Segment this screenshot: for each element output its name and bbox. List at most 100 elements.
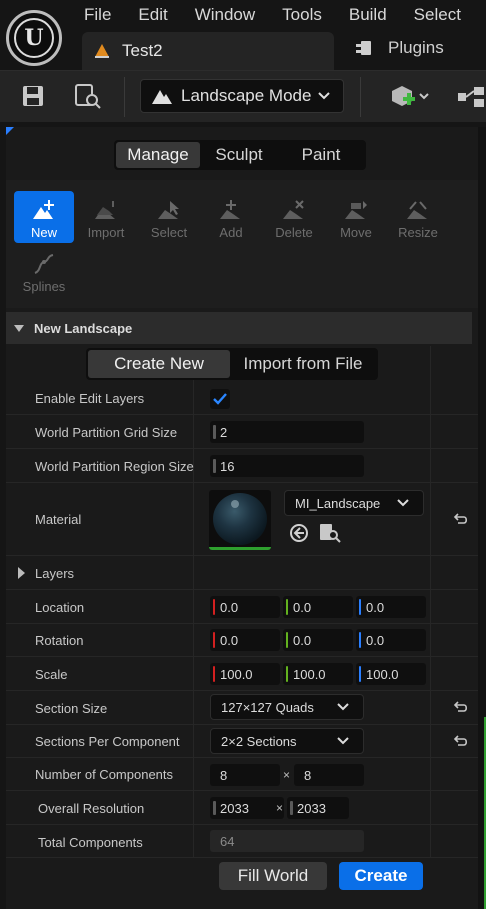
mode-tabs: Manage Sculpt Paint [114,140,366,170]
menu-file[interactable]: File [84,5,111,25]
menu-build[interactable]: Build [349,5,387,25]
grid-size-input[interactable]: 2 [210,421,364,443]
browse-content-icon[interactable] [73,83,103,111]
times-symbol: × [276,801,284,815]
create-button[interactable]: Create [339,862,423,890]
menu-tools[interactable]: Tools [282,5,322,25]
location-x-input[interactable]: 0.0 [210,596,280,618]
expand-arrow-icon [18,567,25,579]
section-size-dropdown[interactable]: 127×127 Quads [210,694,364,720]
tab-manage[interactable]: Manage [116,142,200,168]
location-y-input[interactable]: 0.0 [283,596,353,618]
landscape-icon [152,90,172,104]
material-selector[interactable]: MI_Landscape [284,490,424,516]
tab-import-from-file[interactable]: Import from File [230,350,376,378]
menu-edit[interactable]: Edit [138,5,167,25]
tool-add[interactable]: Add [201,191,261,243]
reset-to-default-icon[interactable] [452,734,468,748]
use-selected-asset-icon[interactable] [288,522,310,544]
label-rotation: Rotation [35,633,84,648]
components-x-input[interactable]: 8 [210,764,280,786]
reset-to-default-icon[interactable] [452,512,468,526]
material-thumbnail[interactable] [209,490,271,550]
region-size-input[interactable]: 16 [210,455,364,477]
sections-per-component-value: 2×2 Sections [221,733,297,749]
tool-select-label: Select [150,225,188,240]
add-actor-icon[interactable] [388,83,434,111]
label-total-components: Total Components [38,835,143,850]
fill-world-button[interactable]: Fill World [219,862,327,890]
tab-sculpt[interactable]: Sculpt [200,142,278,168]
panel-focus-indicator [6,127,14,135]
rotation-y-input[interactable]: 0.0 [283,629,353,651]
label-sections-per-component: Sections Per Component [35,734,180,749]
delete-icon [283,200,304,219]
level-tab[interactable]: Test2 [82,32,334,70]
viewport-edge [478,127,486,909]
plugins-tab-label: Plugins [388,38,444,57]
rotation-x-input[interactable]: 0.0 [210,629,280,651]
mode-selector-label: Landscape Mode [181,86,312,105]
tool-import-label: Import [87,225,125,240]
label-material: Material [35,512,82,527]
components-y-input[interactable]: 8 [294,764,364,786]
unreal-logo-icon[interactable]: U [6,10,62,66]
sections-per-component-dropdown[interactable]: 2×2 Sections [210,728,364,754]
total-components-value: 64 [210,830,364,852]
scale-y-input[interactable]: 100.0 [283,663,353,685]
collapse-arrow-icon [14,324,24,332]
tool-splines[interactable]: Splines [14,245,74,297]
plugin-icon [356,41,371,55]
toolbar-separator [124,77,125,117]
resolution-y-input[interactable]: 2033 [287,797,349,819]
tool-resize-label: Resize [398,225,438,240]
menu-select[interactable]: Select [414,5,461,25]
tool-add-label: Add [219,225,243,240]
reset-to-default-icon[interactable] [452,700,468,714]
level-tab-label: Test2 [122,41,163,60]
label-section-size: Section Size [35,701,108,716]
new-landscape-section-header[interactable]: New Landscape [6,312,472,344]
tool-new-label: New [30,225,57,240]
toolbar-separator [360,77,361,117]
tool-move-label: Move [340,225,372,240]
resize-icon [407,201,427,219]
rotation-z-input[interactable]: 0.0 [356,629,426,651]
tool-delete-label: Delete [275,225,313,240]
splines-icon [34,254,54,274]
tool-splines-label: Splines [22,279,66,294]
tool-select[interactable]: Select [139,191,199,243]
tool-import[interactable]: Import [76,191,136,243]
tool-move[interactable]: Move [326,191,386,243]
enable-edit-layers-checkbox[interactable] [210,389,230,409]
chevron-down-icon [337,703,349,711]
label-enable-edit-layers: Enable Edit Layers [35,391,145,406]
main-menu: File Edit Window Tools Build Select [84,5,486,25]
chevron-down-icon [337,737,349,745]
label-layers: Layers [35,566,75,581]
scale-x-input[interactable]: 100.0 [210,663,280,685]
chevron-down-icon [318,92,331,100]
scale-z-input[interactable]: 100.0 [356,663,426,685]
main-toolbar: Landscape Mode [0,70,486,122]
check-icon [213,393,227,405]
plugins-tab[interactable]: Plugins [354,38,444,58]
tool-delete[interactable]: Delete [264,191,324,243]
resolution-x-input[interactable]: 2033 [210,797,284,819]
tab-paint[interactable]: Paint [278,142,364,168]
menu-window[interactable]: Window [195,5,255,25]
row-layers[interactable]: Layers [6,556,478,590]
label-number-of-components: Number of Components [35,767,174,782]
label-grid-size: World Partition Grid Size [35,425,178,440]
mode-selector[interactable]: Landscape Mode [140,79,344,113]
tool-new[interactable]: New [14,191,74,243]
location-z-input[interactable]: 0.0 [356,596,426,618]
tool-resize[interactable]: Resize [388,191,448,243]
browse-asset-icon[interactable] [318,522,342,544]
label-location: Location [35,600,85,615]
blueprint-icon[interactable] [456,85,486,109]
import-icon [95,201,115,219]
tab-create-new[interactable]: Create New [88,350,230,378]
label-overall-resolution: Overall Resolution [38,801,145,816]
save-icon[interactable] [20,83,46,109]
